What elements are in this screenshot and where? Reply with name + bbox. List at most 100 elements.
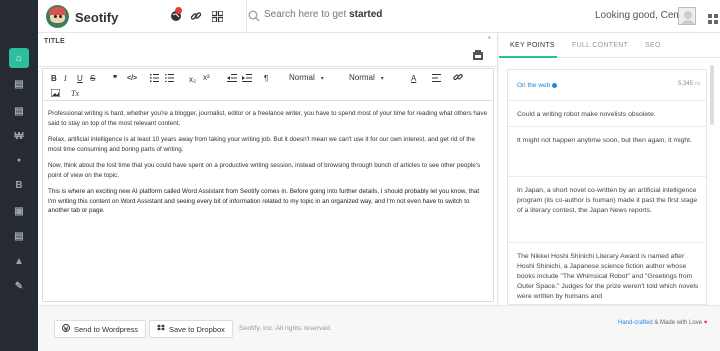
tab-full-content[interactable]: FULL CONTENT [572,42,628,49]
clear-format-button[interactable]: Tx [71,88,79,98]
notification-badge [175,7,182,14]
align-button[interactable] [432,73,441,83]
search-icon[interactable] [248,9,262,23]
search-placeholder: Search here to get [264,9,350,20]
source-label-text: On the web [517,82,551,89]
bullet-list-button[interactable] [165,73,174,83]
subscript-button[interactable]: x₂ [189,74,196,84]
sidebar-item-reports[interactable]: ▤ [9,74,29,94]
indent-button[interactable] [242,73,252,83]
title-format-icon[interactable] [473,47,485,60]
title-label: TITLE [44,38,65,45]
bold-b-icon: B [15,179,23,191]
key-point-item[interactable]: In Japan, a short novel co-written by an… [508,176,706,232]
info-dot-icon [552,82,558,88]
comment-icon: ▭ [694,81,701,87]
grid-apps-icon[interactable] [210,9,224,23]
italic-button[interactable]: I [64,73,67,83]
sidebar: ⌂ ▤ ▤ ₩ ● B ▣ ▤ ▲ ✎ [0,0,38,351]
briefcase-icon: ▣ [14,205,24,217]
sidebar-item-briefcase[interactable]: ▣ [9,201,29,221]
paragraph: Professional writing is hard, whether yo… [48,110,488,127]
font-color-button[interactable]: A [411,73,416,83]
search-input[interactable]: Search here to get started [264,9,464,23]
sidebar-item-list[interactable]: ▤ [9,101,29,121]
tab-seo[interactable]: SEO [645,42,661,49]
made-with-text: & Made with Love [654,320,703,326]
dropbox-icon [157,324,165,334]
editor-content[interactable]: Professional writing is hard, whether yo… [42,100,494,302]
key-point-item[interactable]: Could a writing robot make novelists obs… [508,100,706,129]
made-with-love: Hand-crafted & Made with Love ♥ [618,320,707,326]
paragraph: This is where an exciting new AI platfor… [48,188,480,214]
sidebar-item-warning[interactable]: ▲ [9,251,29,271]
paragraph: Now, think about the lost time that you … [48,162,481,179]
paragraph: Relax, artificial intelligence is at lea… [48,136,475,153]
blockquote-button[interactable]: ❞ [113,73,117,83]
code-button[interactable]: </> [127,73,137,83]
ordered-list-button[interactable] [150,73,159,83]
chart-icon: ▤ [14,78,24,90]
chevron-down-icon: ▾ [320,76,324,82]
superscript-button[interactable]: x² [203,72,210,82]
strike-button[interactable]: S [90,73,95,83]
key-point-item[interactable]: It might not happen anytime soon, but th… [508,126,706,170]
key-point-item[interactable]: The Nikkei Hoshi Shinichi Literary Award… [508,242,706,304]
link-insert-icon[interactable] [453,72,463,82]
active-tab-indicator [499,56,557,58]
app-root: ⌂ ▤ ▤ ₩ ● B ▣ ▤ ▲ ✎ Seotify Search here … [0,0,720,351]
image-insert-icon[interactable] [51,88,60,98]
seotify-logo[interactable] [46,5,69,28]
pin-icon: ✎ [14,280,24,292]
copyright-text: Seotify, Inc. All rights reserved. [239,325,332,332]
send-to-wordpress-button[interactable]: Send to Wordpress [54,320,147,338]
text-direction-button[interactable]: ¶ [264,73,268,83]
tab-key-points[interactable]: KEY POINTS [510,42,555,49]
handcrafted-link[interactable]: Hand-crafted [618,320,653,326]
menu-grid-icon[interactable] [708,11,720,24]
editor-toolbar: B I U S ❞ </> x₂ x² ¶ Normal ▾ Normal ▾ A [42,68,494,100]
list-icon: ▤ [14,105,24,117]
header-divider [246,0,247,33]
wordpress-icon [62,324,70,334]
won-icon: ₩ [14,130,24,142]
header-select-value: Normal [349,73,375,82]
panel-tabs: KEY POINTS FULL CONTENT SEO [499,33,720,58]
title-input-line[interactable] [38,66,498,67]
link-icon[interactable] [189,9,203,23]
avatar[interactable] [678,7,696,25]
editor-panel: TITLE * B I U S ❞ </> x₂ x² ¶ Normal ▾ N… [38,33,498,305]
sidebar-item-bold[interactable]: B [9,175,29,195]
stack-icon: ▤ [14,230,24,242]
search-placeholder-bold: started [349,9,383,20]
header-select[interactable]: Normal ▾ [349,73,384,82]
result-count: 5,345 ▭ [678,80,700,87]
heart-icon: ♥ [703,320,708,326]
save-to-dropbox-label: Save to Dropbox [169,324,225,334]
warning-icon: ▲ [14,255,24,267]
outdent-button[interactable] [227,73,237,83]
result-count-value: 5,345 [678,81,694,87]
sidebar-item-won[interactable]: ₩ [9,126,29,146]
chevron-down-icon: ▾ [380,76,384,82]
sidebar-item-home[interactable]: ⌂ [9,48,29,68]
right-panel: KEY POINTS FULL CONTENT SEO On the web 5… [499,33,720,305]
underline-button[interactable]: U [77,73,83,83]
key-points-card: On the web 5,345 ▭ Could a writing robot… [507,69,707,305]
sidebar-item-stack[interactable]: ▤ [9,226,29,246]
required-mark: * [488,36,491,43]
save-to-dropbox-button[interactable]: Save to Dropbox [149,320,233,338]
panel-scrollbar[interactable] [710,65,714,125]
footer: Send to Wordpress Save to Dropbox Seotif… [38,305,720,351]
bold-button[interactable]: B [51,73,57,83]
brand-name[interactable]: Seotify [75,10,118,25]
size-select-value: Normal [289,73,315,82]
user-greeting: Looking good, Cem [595,10,682,21]
size-select[interactable]: Normal ▾ [289,73,324,82]
source-label[interactable]: On the web [517,82,558,89]
sidebar-item-drop[interactable]: ● [9,150,29,170]
top-header: Seotify Search here to get started Looki… [38,0,720,33]
send-to-wordpress-label: Send to Wordpress [74,324,139,334]
sidebar-item-pin[interactable]: ✎ [9,276,29,296]
home-icon: ⌂ [15,52,23,64]
